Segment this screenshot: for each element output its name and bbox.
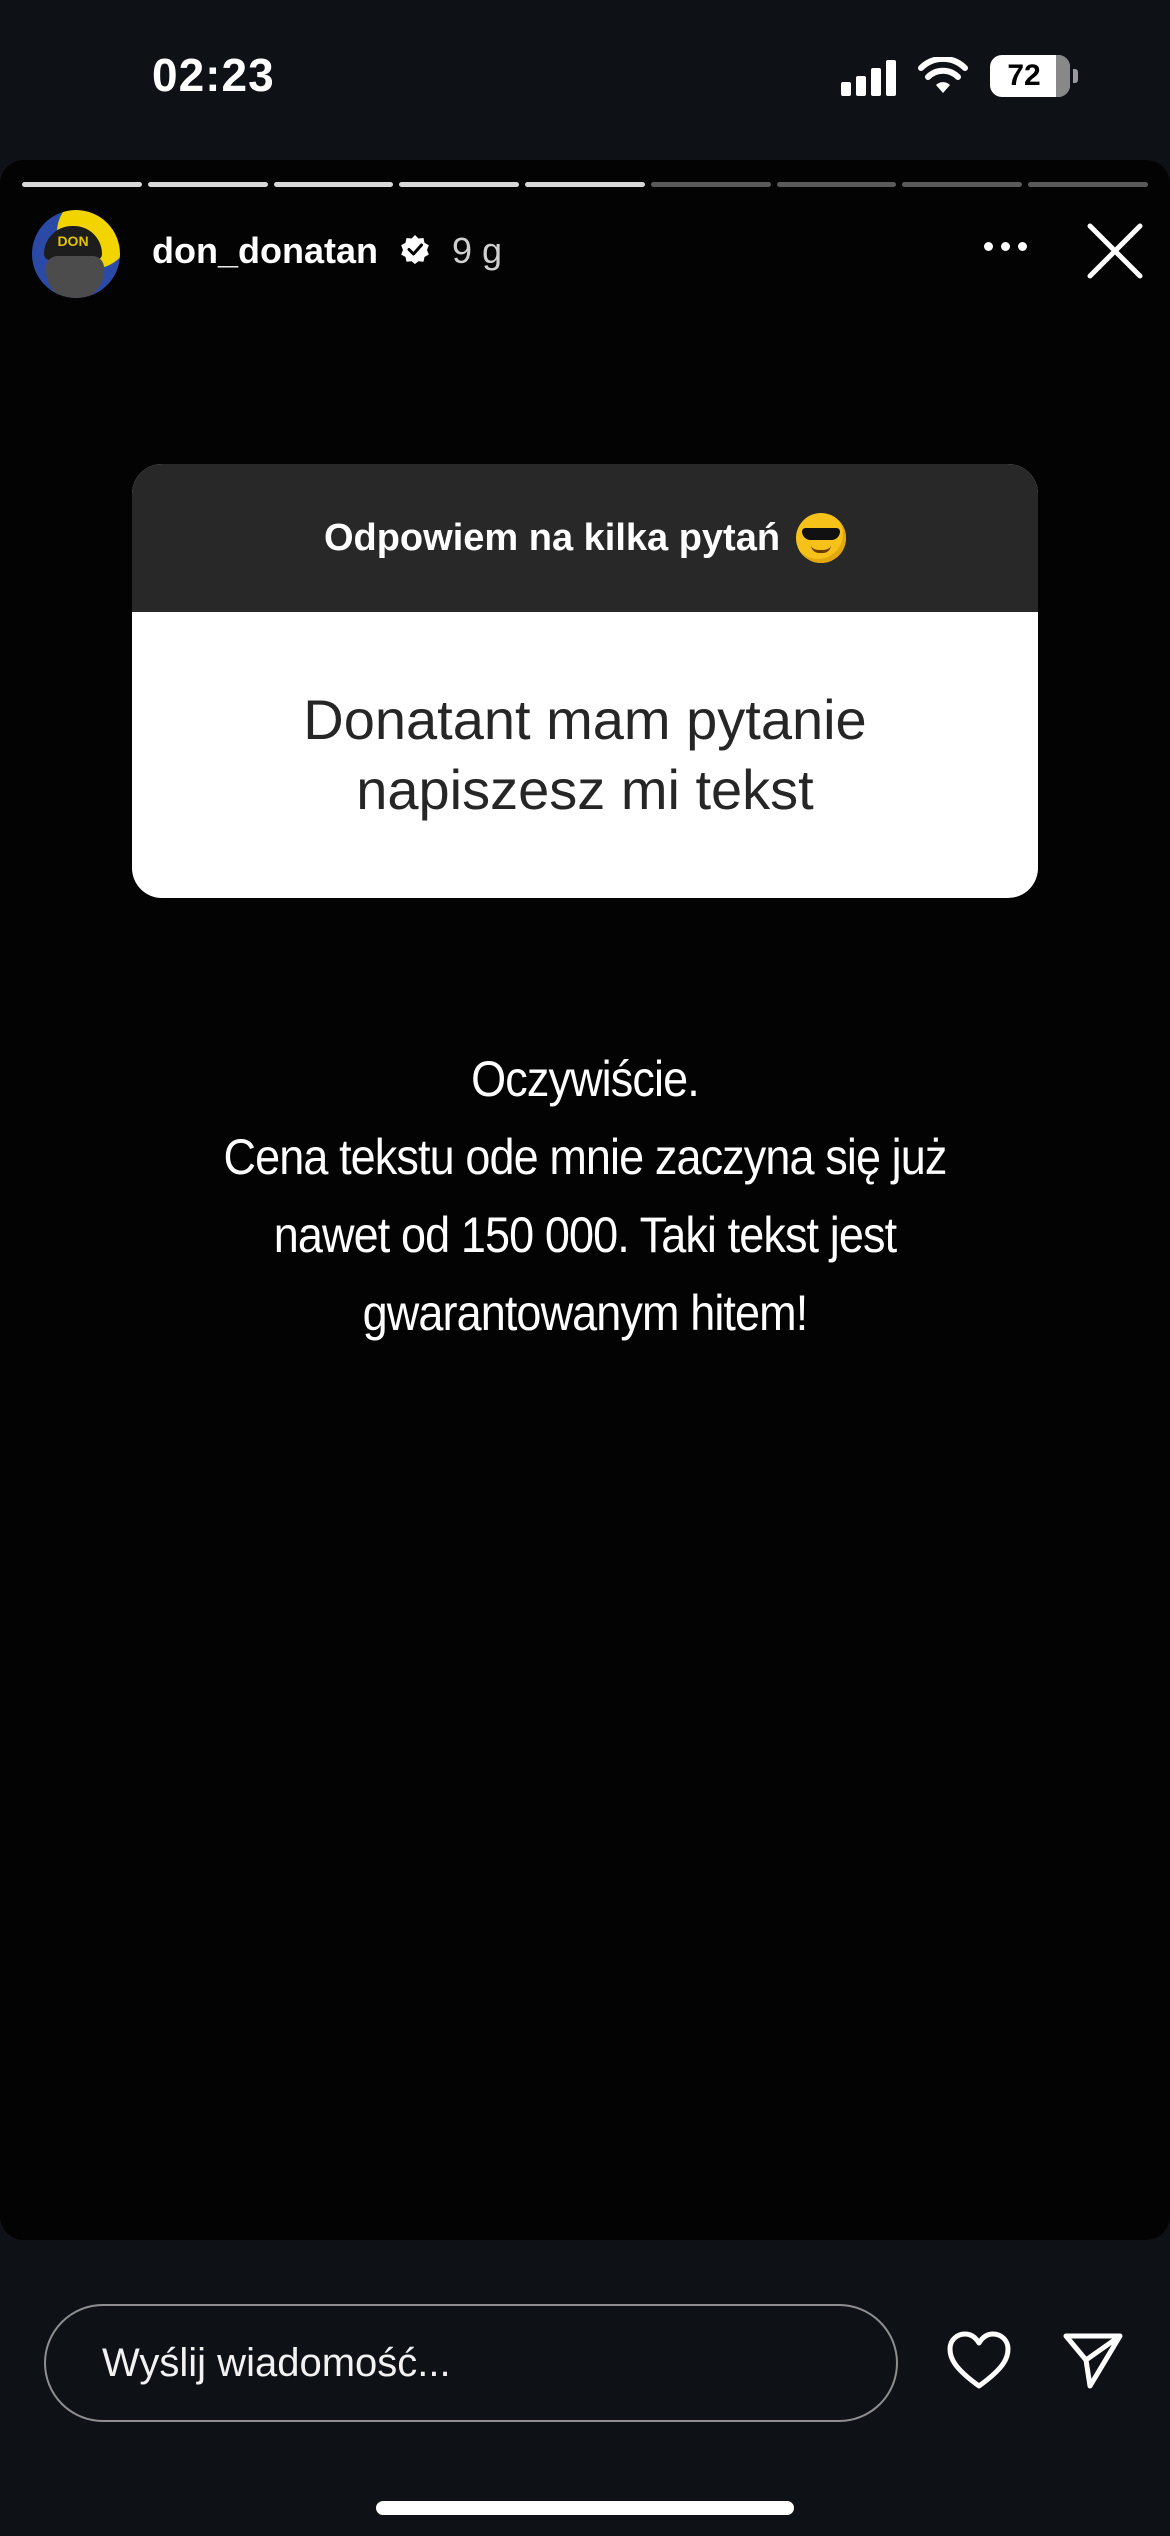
status-icons: 72 xyxy=(841,55,1078,97)
heart-icon[interactable] xyxy=(946,2330,1012,2390)
story-timestamp: 9 g xyxy=(452,230,503,271)
more-horizontal-icon[interactable] xyxy=(984,242,1027,251)
story-progress-bar xyxy=(22,182,1149,187)
story-progress-segment xyxy=(650,182,771,187)
question-sticker-header: Odpowiem na kilka pytań xyxy=(132,464,1038,612)
verified-badge-icon xyxy=(401,235,429,264)
story-progress-segment xyxy=(1028,182,1149,187)
wifi-icon xyxy=(918,57,968,93)
battery-level: 72 xyxy=(1007,59,1041,92)
story-progress-segment xyxy=(902,182,1023,187)
question-sticker[interactable]: Odpowiem na kilka pytań Donatant mam pyt… xyxy=(132,464,1038,898)
story-progress-segment xyxy=(22,182,142,187)
question-prompt: Odpowiem na kilka pytań xyxy=(323,516,781,559)
sunglasses-emoji-icon xyxy=(796,513,847,563)
username[interactable]: don_donatan xyxy=(152,230,378,272)
home-indicator[interactable] xyxy=(376,2501,794,2515)
story-progress-segment xyxy=(273,182,394,187)
story-progress-segment xyxy=(525,182,645,187)
message-input[interactable] xyxy=(102,2340,896,2386)
story-progress-segment xyxy=(776,182,897,187)
avatar[interactable]: DON xyxy=(32,210,120,298)
story-viewer[interactable]: DON don_donatan 9 g Odpowiem na kilka py… xyxy=(0,160,1170,2240)
story-progress-segment xyxy=(399,182,520,187)
cellular-signal-icon xyxy=(841,56,896,96)
send-icon[interactable] xyxy=(1062,2330,1124,2390)
close-icon[interactable] xyxy=(1084,220,1146,282)
story-progress-segment xyxy=(147,182,268,187)
avatar-cap: DON xyxy=(44,226,102,260)
question-text: Donatant mam pytanie napiszesz mi tekst xyxy=(303,688,867,821)
battery-icon: 72 xyxy=(990,55,1078,97)
message-input-container[interactable] xyxy=(44,2304,898,2422)
instagram-story-screen: 02:23 72 DON don_donatan 9 g Odpowiem na… xyxy=(0,0,1170,2536)
status-time: 02:23 xyxy=(152,49,275,101)
answer-text: Oczywiście. Cena tekstu ode mnie zaczyna… xyxy=(223,1051,947,1341)
